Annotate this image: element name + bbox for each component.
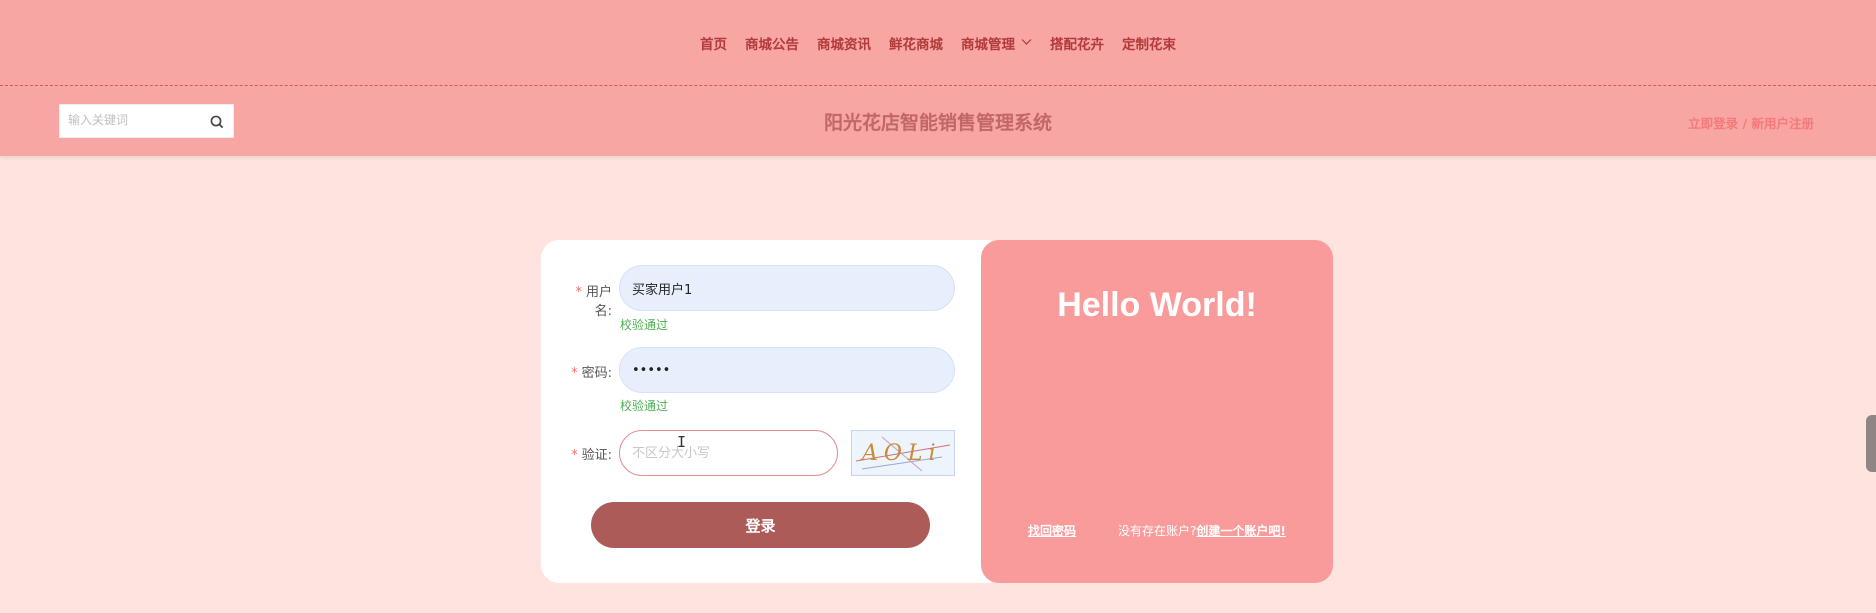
captcha-image[interactable]: AOLi (851, 430, 955, 476)
nav-item-shop-management[interactable]: 商城管理 (961, 33, 1032, 53)
username-field[interactable] (619, 265, 955, 311)
chevron-down-icon (1021, 36, 1032, 49)
create-account-link[interactable]: 创建一个账户吧! (1196, 524, 1285, 538)
nav-item-custom-bouquet[interactable]: 定制花束 (1122, 33, 1176, 53)
nav-item-home[interactable]: 首页 (700, 33, 727, 53)
captcha-text: AOLi (860, 441, 942, 466)
username-valid-message: 校验通过 (620, 318, 669, 332)
login-button[interactable]: 登录 (591, 502, 930, 548)
text-cursor-icon: I (677, 433, 687, 451)
username-label-text: 用户名: (585, 285, 612, 319)
captcha-label: * 验证: (560, 444, 612, 463)
required-mark: * (571, 366, 578, 381)
forgot-password-link-wrap: 找回密码 (1028, 522, 1076, 539)
search-icon[interactable] (209, 114, 225, 130)
forgot-password-link[interactable]: 找回密码 (1028, 524, 1076, 538)
auth-links: 立即登录 / 新用户注册 (1688, 113, 1814, 132)
required-mark: * (571, 448, 578, 463)
nav-item-announcements[interactable]: 商城公告 (745, 33, 799, 53)
create-account-prompt: 没有存在账户?创建一个账户吧! (1118, 522, 1286, 539)
sub-header: 阳光花店智能销售管理系统 立即登录 / 新用户注册 (0, 86, 1876, 156)
nav-item-flower-shop[interactable]: 鲜花商城 (889, 33, 943, 53)
required-mark: * (575, 285, 582, 300)
password-label-text: 密码: (581, 366, 612, 381)
scrollbar-handle[interactable] (1866, 415, 1876, 472)
search-box (59, 104, 234, 138)
register-link[interactable]: 新用户注册 (1751, 116, 1814, 131)
nav-item-flower-pairing[interactable]: 搭配花卉 (1050, 33, 1104, 53)
auth-separator: / (1742, 116, 1748, 131)
nav-item-news[interactable]: 商城资讯 (817, 33, 871, 53)
top-nav: 首页 商城公告 商城资讯 鲜花商城 商城管理 搭配花卉 定制花束 (0, 0, 1876, 86)
captcha-input[interactable] (619, 430, 838, 476)
no-account-text: 没有存在账户? (1118, 524, 1197, 538)
captcha-label-text: 验证: (581, 448, 612, 463)
password-field[interactable] (619, 347, 955, 393)
promo-heading: Hello World! (1057, 286, 1257, 324)
site-title: 阳光花店智能销售管理系统 (823, 112, 1052, 134)
username-label: * 用户名: (560, 281, 612, 319)
nav-item-shop-management-label: 商城管理 (961, 36, 1015, 53)
password-label: * 密码: (560, 362, 612, 381)
login-link[interactable]: 立即登录 (1688, 116, 1738, 131)
search-input[interactable] (60, 105, 206, 135)
password-valid-message: 校验通过 (620, 399, 669, 413)
